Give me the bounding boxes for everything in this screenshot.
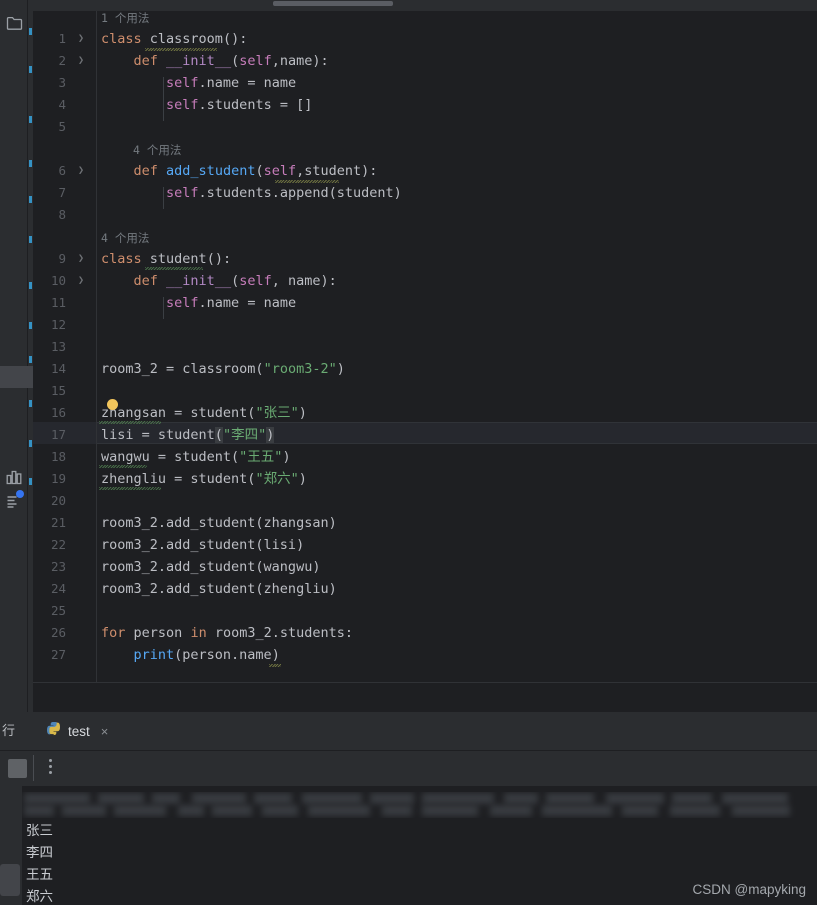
code-text-region[interactable]: 1 个用法 4 个用法 4 个用法 class classroom(): def…: [97, 11, 817, 682]
code-line-3[interactable]: self.name = name: [101, 72, 296, 94]
line-number: 3: [58, 75, 66, 90]
console-output-line: 王五: [26, 867, 53, 883]
line-number: 8: [58, 207, 66, 222]
blurred-command-line: [22, 792, 817, 818]
inspection-squiggle: [269, 664, 281, 667]
stop-button[interactable]: [8, 759, 27, 778]
line-number: 25: [50, 603, 66, 618]
line-number: 20: [50, 493, 66, 508]
line-number: 10: [50, 273, 66, 288]
console-left-rail: [0, 786, 22, 905]
line-number: 18: [50, 449, 66, 464]
fold-chevron-down-icon[interactable]: ❯: [74, 28, 88, 50]
left-tool-strip: [0, 0, 28, 712]
inspection-squiggle: [99, 487, 161, 490]
line-number: 17: [50, 427, 66, 442]
close-icon[interactable]: ×: [101, 724, 109, 739]
fold-chevron-down-icon[interactable]: ❯: [74, 50, 88, 72]
run-tab-test[interactable]: test ×: [38, 712, 118, 750]
line-number: 26: [50, 625, 66, 640]
run-tab-bar[interactable]: test ×: [33, 712, 817, 750]
code-line-24[interactable]: room3_2.add_student(zhengliu): [101, 578, 337, 600]
editor-top-scrollbar[interactable]: [33, 0, 817, 11]
line-number: 5: [58, 119, 66, 134]
code-line-10[interactable]: def __init__(self, name):: [101, 270, 337, 292]
line-number: 4: [58, 97, 66, 112]
editor-gutter[interactable]: 1 2 3 4 5 6 7 8 9 10 11 12 13 14 15 16 1…: [33, 11, 97, 682]
code-area[interactable]: 1 2 3 4 5 6 7 8 9 10 11 12 13 14 15 16 1…: [33, 11, 817, 682]
code-line-21[interactable]: room3_2.add_student(zhangsan): [101, 512, 337, 534]
line-number: 7: [58, 185, 66, 200]
intention-bulb-icon[interactable]: [107, 399, 118, 410]
code-line-26[interactable]: for person in room3_2.students:: [101, 622, 353, 644]
python-file-icon: [46, 721, 61, 741]
code-editor[interactable]: 1 2 3 4 5 6 7 8 9 10 11 12 13 14 15 16 1…: [33, 0, 817, 712]
run-tool-window-label[interactable]: 行: [0, 712, 33, 750]
line-number: 24: [50, 581, 66, 596]
inlay-hint-usages[interactable]: 4 个用法: [133, 139, 181, 161]
console-output-line: 郑六: [26, 889, 53, 905]
console-output-line: 张三: [26, 823, 53, 839]
line-number: 23: [50, 559, 66, 574]
inlay-hint-text: 1 个用法: [101, 11, 150, 25]
line-number: 12: [50, 317, 66, 332]
fold-chevron-down-icon[interactable]: ❯: [74, 160, 88, 182]
line-number: 16: [50, 405, 66, 420]
line-number: 6: [58, 163, 66, 178]
code-line-23[interactable]: room3_2.add_student(wangwu): [101, 556, 320, 578]
code-line-6[interactable]: def add_student(self,student):: [101, 160, 378, 182]
inlay-hint-text: 4 个用法: [133, 143, 182, 157]
code-line-17[interactable]: lisi = student("李四"): [101, 424, 275, 446]
code-line-11[interactable]: self.name = name: [101, 292, 296, 314]
fold-chevron-down-icon[interactable]: ❯: [74, 270, 88, 292]
more-options-button[interactable]: [44, 759, 56, 779]
console-rail-selection[interactable]: [0, 864, 20, 896]
line-number: 1: [58, 31, 66, 46]
editor-bottom-strip: [33, 682, 817, 712]
inlay-hint-text: 4 个用法: [101, 231, 150, 245]
project-folder-icon[interactable]: [5, 14, 23, 32]
scrollbar-thumb[interactable]: [273, 1, 393, 6]
fold-chevron-down-icon[interactable]: ❯: [74, 248, 88, 270]
code-line-2[interactable]: def __init__(self,name):: [101, 50, 329, 72]
ide-window: 1 2 3 4 5 6 7 8 9 10 11 12 13 14 15 16 1…: [0, 0, 817, 905]
inlay-hint-usages[interactable]: 1 个用法: [101, 11, 149, 29]
line-number: 19: [50, 471, 66, 486]
code-line-1[interactable]: class classroom():: [101, 28, 247, 50]
toolbar-divider: [33, 755, 34, 781]
run-tool-window[interactable]: 行 test × 张三 李四 王五 郑六: [0, 712, 817, 905]
code-line-14[interactable]: room3_2 = classroom("room3-2"): [101, 358, 345, 380]
inlay-hint-usages[interactable]: 4 个用法: [101, 227, 149, 249]
code-line-27[interactable]: print(person.name): [101, 644, 280, 666]
notification-badge: [16, 490, 24, 498]
run-toolbar[interactable]: [0, 750, 817, 786]
line-number: 13: [50, 339, 66, 354]
line-number: 11: [50, 295, 66, 310]
line-number: 27: [50, 647, 66, 662]
line-number: 22: [50, 537, 66, 552]
line-number: 21: [50, 515, 66, 530]
run-tab-label: test: [68, 723, 90, 739]
line-number: 2: [58, 53, 66, 68]
code-line-4[interactable]: self.students = []: [101, 94, 312, 116]
notifications-icon[interactable]: [5, 490, 24, 510]
code-line-7[interactable]: self.students.append(student): [101, 182, 402, 204]
line-number: 15: [50, 383, 66, 398]
code-line-22[interactable]: room3_2.add_student(lisi): [101, 534, 304, 556]
line-number: 9: [58, 251, 66, 266]
console-output-line: 李四: [26, 845, 53, 861]
chart-icon[interactable]: [5, 468, 23, 486]
line-number: 14: [50, 361, 66, 376]
watermark: CSDN @mapyking: [692, 882, 806, 897]
